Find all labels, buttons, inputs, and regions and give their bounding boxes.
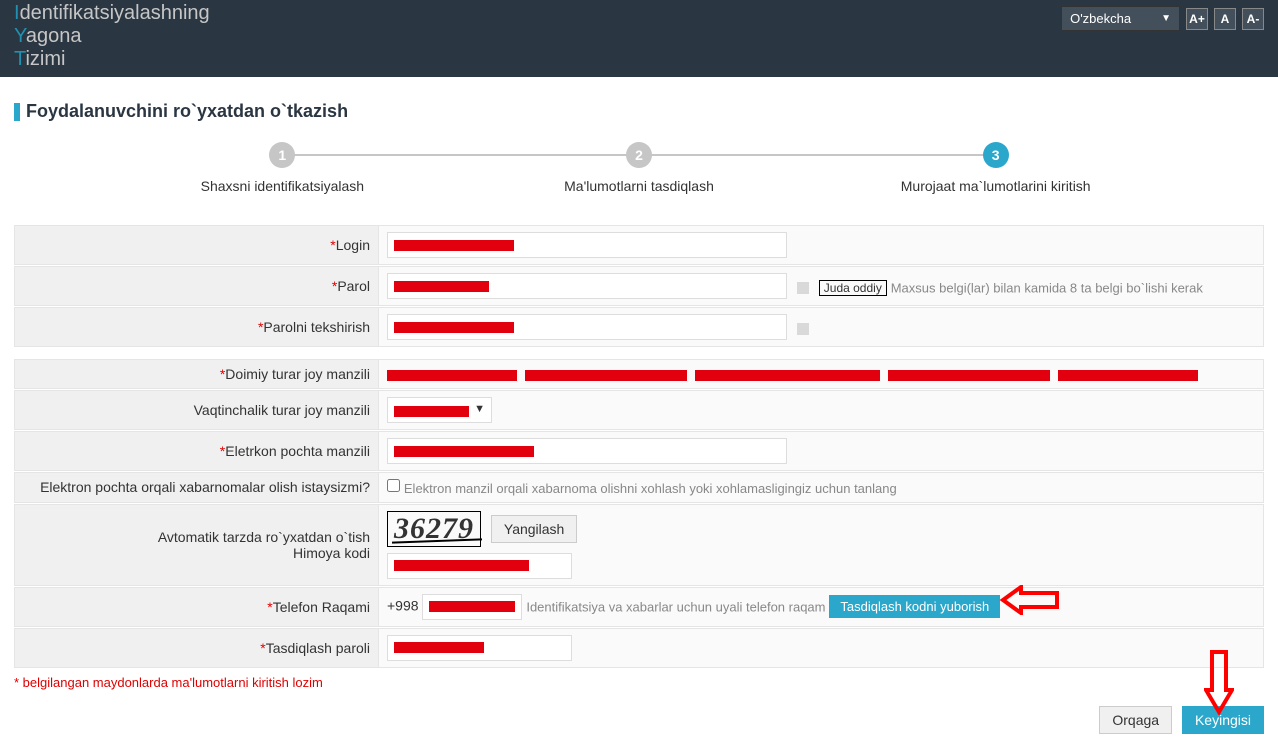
language-select[interactable]: O'zbekcha ▼ xyxy=(1061,6,1180,31)
captcha-input[interactable] xyxy=(387,553,572,579)
font-default-button[interactable]: A xyxy=(1214,8,1236,30)
row-email-opt: Elektron pochta orqali xabarnomalar olis… xyxy=(14,472,1264,503)
page-title-wrap: Foydalanuvchini ro`yxatdan o`tkazish xyxy=(14,101,1264,122)
phone-prefix: +998 xyxy=(387,598,419,614)
language-label: O'zbekcha xyxy=(1070,11,1131,26)
back-button[interactable]: Orqaga xyxy=(1099,706,1172,734)
row-confirm-code: *Tasdiqlash paroli xyxy=(14,628,1264,668)
step-2-label: Ma'lumotlarni tasdiqlash xyxy=(461,178,818,194)
step-3: 3 Murojaat ma`lumotlarini kiritish xyxy=(817,142,1174,194)
registration-form: *Login *Parol Juda oddiy Maxsus belgi(la… xyxy=(14,224,1264,669)
step-1-label: Shaxsni identifikatsiyalash xyxy=(104,178,461,194)
label-perm-address: Doimiy turar joy manzili xyxy=(225,366,370,382)
email-opt-hint: Elektron manzil orqali xabarnoma olishni… xyxy=(404,481,897,496)
phone-hint: Identifikatsiya va xabarlar uchun uyali … xyxy=(526,599,825,614)
strength-indicator xyxy=(797,282,809,294)
header: Identifikatsiyalashning Yagona Tizimi O'… xyxy=(0,0,1278,77)
password-hint: Maxsus belgi(lar) bilan kamida 8 ta belg… xyxy=(891,280,1203,295)
annotation-arrow-down-icon xyxy=(1204,650,1234,715)
redacted-value xyxy=(1058,370,1198,381)
phone-input[interactable] xyxy=(422,594,522,620)
label-login: Login xyxy=(336,237,370,253)
row-perm-address: *Doimiy turar joy manzili xyxy=(14,359,1264,389)
redacted-value xyxy=(695,370,880,381)
logo-line-2: agona xyxy=(26,25,82,47)
redacted-value xyxy=(394,642,484,653)
captcha-image: 36279 xyxy=(387,511,481,547)
row-password-confirm: *Parolni tekshirish xyxy=(14,307,1264,347)
password-confirm-input[interactable] xyxy=(387,314,787,340)
redacted-value xyxy=(525,370,687,381)
strength-label: Juda oddiy xyxy=(819,280,887,296)
redacted-value xyxy=(888,370,1050,381)
login-input[interactable] xyxy=(387,232,787,258)
strength-indicator-2 xyxy=(797,323,809,335)
required-footnote: * belgilangan maydonlarda ma'lumotlarni … xyxy=(14,675,1264,690)
label-captcha-1: Avtomatik tarzda ro`yxatdan o`tish xyxy=(23,529,370,545)
redacted-value xyxy=(429,601,515,612)
annotation-arrow-left-icon xyxy=(999,585,1059,615)
row-captcha: Avtomatik tarzda ro`yxatdan o`tish Himoy… xyxy=(14,504,1264,586)
step-3-circle: 3 xyxy=(983,142,1009,168)
label-password: Parol xyxy=(337,278,370,294)
nav-buttons: Orqaga Keyingisi xyxy=(14,706,1264,734)
redacted-value xyxy=(394,240,514,251)
confirm-code-input[interactable] xyxy=(387,635,572,661)
page-title: Foydalanuvchini ro`yxatdan o`tkazish xyxy=(26,101,348,122)
password-input[interactable] xyxy=(387,273,787,299)
label-captcha-2: Himoya kodi xyxy=(23,545,370,561)
label-phone: Telefon Raqami xyxy=(273,599,370,615)
label-confirm-code: Tasdiqlash paroli xyxy=(266,640,370,656)
redacted-value xyxy=(394,322,514,333)
logo-line-3: izimi xyxy=(25,48,65,70)
redacted-value xyxy=(387,370,517,381)
captcha-refresh-button[interactable]: Yangilash xyxy=(491,515,577,543)
redacted-value xyxy=(394,560,529,571)
content: Foydalanuvchini ro`yxatdan o`tkazish 1 S… xyxy=(0,77,1278,754)
chevron-down-icon: ▼ xyxy=(474,403,485,415)
row-phone: *Telefon Raqami +998 Identifikatsiya va … xyxy=(14,587,1264,627)
font-decrease-button[interactable]: A- xyxy=(1242,8,1264,30)
label-password-confirm: Parolni tekshirish xyxy=(263,319,370,335)
logo-line-1: dentifikatsiyalashning xyxy=(20,2,210,24)
label-temp-address: Vaqtinchalik turar joy manzili xyxy=(194,402,370,418)
redacted-value xyxy=(394,406,469,417)
stepper: 1 Shaxsni identifikatsiyalash 2 Ma'lumot… xyxy=(104,142,1174,194)
redacted-value xyxy=(394,281,489,292)
font-increase-button[interactable]: A+ xyxy=(1186,8,1208,30)
row-password: *Parol Juda oddiy Maxsus belgi(lar) bila… xyxy=(14,266,1264,306)
row-login: *Login xyxy=(14,225,1264,265)
redacted-value xyxy=(394,446,534,457)
step-1-circle: 1 xyxy=(269,142,295,168)
accent-bar xyxy=(14,103,20,121)
temp-address-select[interactable]: ▼ xyxy=(387,397,492,423)
header-controls: O'zbekcha ▼ A+ A A- xyxy=(1061,2,1264,31)
email-input[interactable] xyxy=(387,438,787,464)
label-email: Eletrkon pochta manzili xyxy=(225,443,370,459)
row-temp-address: Vaqtinchalik turar joy manzili ▼ xyxy=(14,390,1264,430)
step-1: 1 Shaxsni identifikatsiyalash xyxy=(104,142,461,194)
chevron-down-icon: ▼ xyxy=(1161,13,1171,24)
step-3-label: Murojaat ma`lumotlarini kiritish xyxy=(817,178,1174,194)
step-2-circle: 2 xyxy=(626,142,652,168)
step-2: 2 Ma'lumotlarni tasdiqlash xyxy=(461,142,818,194)
email-opt-checkbox[interactable] xyxy=(387,479,400,492)
logo: Identifikatsiyalashning Yagona Tizimi xyxy=(14,2,210,71)
label-email-opt: Elektron pochta orqali xabarnomalar olis… xyxy=(40,479,370,495)
row-email: *Eletrkon pochta manzili xyxy=(14,431,1264,471)
send-code-button[interactable]: Tasdiqlash kodni yuborish xyxy=(829,595,1000,618)
